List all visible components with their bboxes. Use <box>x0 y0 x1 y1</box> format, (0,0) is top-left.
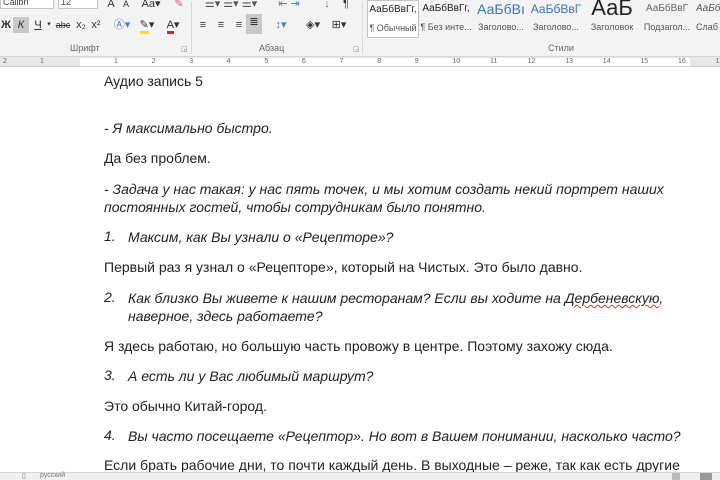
shading-button[interactable]: ◈▾ <box>302 17 324 33</box>
list-number: 4. <box>104 427 116 443</box>
strikethrough-button[interactable]: abc <box>54 17 72 33</box>
ruler-tick-label: 15 <box>640 58 649 65</box>
question: А есть ли у Вас любимый маршрут? <box>128 368 374 384</box>
spelling-error[interactable]: Дербеневскую <box>565 290 660 306</box>
list-number: 3. <box>104 367 116 383</box>
ruler-tick-label: 4 <box>226 58 231 65</box>
pilcrow-icon[interactable]: ¶ <box>340 0 352 12</box>
subscript-button[interactable]: x₂ <box>74 17 88 33</box>
question: Максим, как Вы узнали о «Рецепторе»? <box>128 229 394 245</box>
print-layout-button[interactable] <box>700 473 712 480</box>
ruler-tick-label: 17 <box>715 58 720 65</box>
paragraph: Первый раз я узнал о «Рецепторе», которы… <box>104 259 583 275</box>
ruler-tick-label: 5 <box>264 58 269 65</box>
paragraph: постоянных гостей, чтобы сотрудникам был… <box>104 199 486 215</box>
text-effects-icon[interactable]: Ⓐ▾ <box>112 17 132 33</box>
divider <box>362 2 363 54</box>
question: наверное, здесь работаете? <box>128 308 323 324</box>
style-heading-1[interactable]: АаБбВı Заголово... <box>475 0 527 38</box>
underline-button[interactable]: Ч <box>31 17 45 33</box>
ruler-tick-label: 11 <box>490 58 498 65</box>
paragraph: Я здесь работаю, но большую часть провож… <box>104 338 613 354</box>
question: Вы часто посещаете «Рецептор». Но вот в … <box>128 428 681 444</box>
document-title: Аудио запись 5 <box>104 73 203 89</box>
proofing-icon[interactable]: ▯ <box>22 472 26 480</box>
ruler-tick-label: 8 <box>377 58 382 65</box>
list-number: 2. <box>104 289 116 305</box>
justify-button[interactable]: ≣ <box>246 14 262 34</box>
line-spacing-button[interactable]: ↕▾ <box>270 17 292 33</box>
underline-dropdown-icon[interactable]: ▾ <box>45 17 53 33</box>
align-left-button[interactable]: ≡ <box>196 17 210 33</box>
divider <box>191 2 192 54</box>
align-center-button[interactable]: ≡ <box>214 17 228 33</box>
highlighter-icon: ✎ <box>139 19 149 34</box>
status-bar: ▯ русский <box>0 472 720 480</box>
align-right-button[interactable]: ≡ <box>232 17 246 33</box>
ruler-tick-label: 3 <box>189 58 194 65</box>
styles-group-label: Стили <box>548 43 574 53</box>
question-text: , <box>659 290 664 306</box>
ruler-tick-label: 13 <box>565 58 573 65</box>
style-title[interactable]: АаБ Заголовок <box>586 0 638 38</box>
horizontal-ruler[interactable]: 211234567891011121314151617 <box>0 57 720 67</box>
ruler-tick-label: 6 <box>302 58 306 65</box>
borders-button[interactable]: ⊞▾ <box>328 17 350 33</box>
font-size-input[interactable]: 12 <box>58 0 98 9</box>
ribbon: Calibri (Осно 12 A A Aa▾ ✎ Ж К Ч ▾ abc x… <box>0 0 720 57</box>
read-mode-button[interactable] <box>672 473 680 480</box>
ruler-tick-label: 14 <box>602 58 611 65</box>
font-group-label: Шрифт <box>70 43 100 53</box>
ruler-tick-label: 2 <box>3 58 7 65</box>
style-no-spacing[interactable]: АаБбВвГг, ¶ Без инте... <box>420 0 472 38</box>
font-name-input[interactable]: Calibri (Осно <box>0 0 54 9</box>
bold-button[interactable]: Ж <box>0 17 12 33</box>
style-normal[interactable]: АаБбВвГг, ¶ Обычный <box>367 0 419 38</box>
paragraph: - Задача у нас такая: у нас пять точек, … <box>104 181 664 197</box>
paragraph-dialog-launcher[interactable]: ◲ <box>353 45 360 53</box>
ruler-tick-label: 16 <box>678 58 686 65</box>
ruler-tick-label: 2 <box>151 58 156 65</box>
style-subtle-emphasis[interactable]: АаБб Слаб <box>696 0 720 38</box>
ruler-tick-label: 1 <box>114 58 118 65</box>
document-page[interactable]: Аудио запись 5 - Я максимально быстро. Д… <box>0 67 720 473</box>
ruler-tick-label: 12 <box>527 58 536 65</box>
paragraph: Да без проблем. <box>104 150 211 166</box>
clear-format-icon[interactable]: ✎ <box>172 0 186 12</box>
font-color-icon: A <box>166 19 174 34</box>
list-number: 1. <box>104 228 116 244</box>
paragraph-group-label: Абзац <box>259 43 285 53</box>
question: Как близко Вы живете к нашим ресторанам?… <box>128 289 663 307</box>
shrink-font-button[interactable]: A <box>120 0 132 12</box>
ruler-tick-label: 1 <box>40 58 44 65</box>
highlight-color-button[interactable]: ✎▾ <box>136 17 158 34</box>
language-indicator[interactable]: русский <box>40 472 65 479</box>
ruler-tick-label: 10 <box>452 58 461 65</box>
indent-buttons[interactable]: ⇤ ⇥ <box>274 0 304 12</box>
paragraph: Это обычно Китай-город. <box>104 398 267 414</box>
grow-font-button[interactable]: A <box>104 0 118 12</box>
ruler-tick-label: 9 <box>414 58 419 65</box>
paragraph: - Я максимально быстро. <box>104 120 273 136</box>
sort-icon[interactable]: ↓ <box>320 0 334 12</box>
question-text: Как близко Вы живете к нашим ресторанам?… <box>128 290 565 306</box>
font-dialog-launcher[interactable]: ◲ <box>181 45 188 53</box>
style-subtitle[interactable]: АаБбВвГ Подзагол... <box>641 0 693 38</box>
font-color-button[interactable]: A▾ <box>162 17 184 34</box>
list-buttons[interactable]: ☰▾ ☰▾ ☰▾ <box>196 0 266 12</box>
style-heading-2[interactable]: АаБбВвГ Заголово... <box>530 0 582 38</box>
change-case-button[interactable]: Aa▾ <box>140 0 162 12</box>
ruler-text-area <box>80 58 690 66</box>
superscript-button[interactable]: x² <box>89 17 103 33</box>
ruler-tick-label: 7 <box>339 58 344 65</box>
italic-button[interactable]: К <box>13 17 29 33</box>
